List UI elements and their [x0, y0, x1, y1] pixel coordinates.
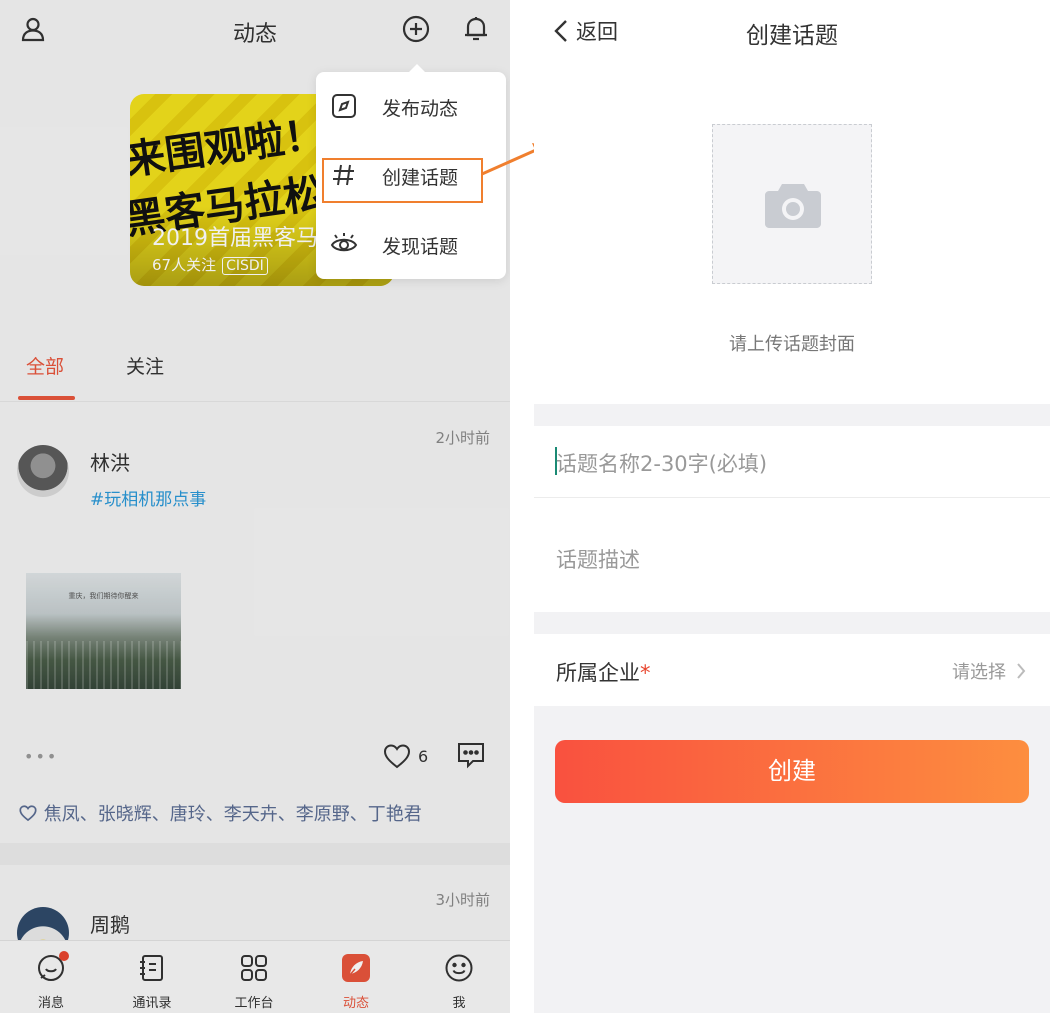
tab-all[interactable]: 全部	[26, 352, 64, 379]
topic-name-placeholder: 话题名称2-30字(必填)	[556, 452, 768, 476]
nav-feed[interactable]: 动态	[305, 941, 407, 1013]
popup-pointer	[408, 64, 426, 73]
photo-caption: 重庆，我们期待你醒来	[68, 592, 139, 600]
company-select[interactable]: 请选择	[952, 658, 1026, 684]
feed-post: 周鹅 3小时前	[0, 865, 510, 959]
comment-icon[interactable]	[456, 740, 486, 770]
likers-heart-icon	[19, 805, 37, 822]
likers-list[interactable]: 焦凤、张晓辉、唐玲、李天卉、李原野、丁艳君	[18, 800, 422, 826]
feed-header: 动态	[0, 0, 510, 62]
nav-contacts[interactable]: 通讯录	[101, 941, 203, 1013]
add-circle-icon[interactable]	[401, 14, 431, 44]
nav-label: 通讯录	[132, 996, 172, 1011]
cover-upload-box[interactable]	[712, 124, 872, 284]
company-label: 所属企业*	[556, 657, 651, 687]
nav-messages[interactable]: 消息	[0, 941, 102, 1013]
post-author[interactable]: 林洪	[90, 447, 130, 476]
feed-icon	[341, 953, 371, 983]
compass-icon	[330, 92, 358, 120]
topic-description-placeholder: 话题描述	[556, 548, 640, 572]
bell-icon[interactable]	[461, 14, 491, 44]
company-select-row[interactable]: 所属企业* 请选择	[534, 634, 1050, 706]
banner-subtitle: 67人关注 CISDI	[152, 254, 268, 275]
likers-names: 焦凤、张晓辉、唐玲、李天卉、李原野、丁艳君	[43, 804, 422, 825]
required-mark: *	[640, 661, 651, 685]
banner-followers: 67人关注	[152, 256, 217, 274]
me-icon	[444, 953, 474, 983]
company-label-text: 所属企业	[556, 661, 640, 685]
feed-tabs: 全部 关注	[0, 330, 510, 402]
nav-workbench[interactable]: 工作台	[203, 941, 305, 1013]
nav-label: 我	[452, 996, 466, 1011]
bottom-navigation: 消息 通讯录 工作台 动态 我	[0, 940, 510, 1013]
menu-publish-post[interactable]: 发布动态	[316, 76, 506, 136]
upload-hint: 请上传话题封面	[729, 334, 855, 355]
banner-tag: CISDI	[222, 257, 268, 275]
nav-me[interactable]: 我	[408, 941, 510, 1013]
workbench-icon	[239, 953, 269, 983]
feed-post: 林洪 #玩相机那点事 2小时前 重庆，我们期待你醒来 ••• 6 焦凤、张晓辉、…	[0, 403, 510, 843]
company-select-value: 请选择	[952, 662, 1006, 683]
nav-label: 动态	[342, 996, 369, 1011]
nav-label: 工作台	[234, 996, 274, 1011]
annotation-highlight-box	[322, 158, 483, 203]
unread-dot	[59, 951, 69, 961]
photo-city	[26, 641, 181, 689]
menu-label: 发布动态	[382, 98, 459, 120]
contacts-icon	[137, 953, 167, 983]
tab-following[interactable]: 关注	[126, 352, 164, 379]
avatar[interactable]	[17, 445, 69, 497]
nav-label: 消息	[37, 996, 64, 1011]
post-photo[interactable]: 重庆，我们期待你醒来	[26, 573, 181, 689]
topic-description-input[interactable]: 话题描述	[534, 498, 1050, 612]
post-time: 3小时前	[435, 891, 490, 909]
banner-title: 2019首届黑客马	[152, 226, 318, 251]
more-options-icon[interactable]: •••	[24, 747, 58, 766]
chevron-right-icon	[1017, 663, 1026, 679]
post-time: 2小时前	[435, 429, 490, 447]
post-separator	[0, 843, 510, 865]
active-tab-indicator	[18, 396, 75, 400]
post-author[interactable]: 周鹅	[90, 909, 130, 938]
page-title: 动态	[232, 22, 277, 47]
create-topic-screen: 返回 创建话题 请上传话题封面 话题名称2-30字(必填) 话题描述 所属企业*…	[534, 0, 1050, 1013]
create-topic-header: 返回 创建话题 请上传话题封面	[534, 0, 1050, 404]
like-count: 6	[418, 747, 429, 766]
post-topic-link[interactable]: #玩相机那点事	[90, 485, 206, 510]
page-title: 创建话题	[746, 23, 838, 49]
menu-discover-topics[interactable]: 发现话题	[316, 214, 506, 274]
heart-icon[interactable]	[382, 741, 412, 771]
camera-icon	[765, 184, 821, 228]
topic-name-input[interactable]: 话题名称2-30字(必填)	[534, 426, 1050, 498]
feed-screen: 动态 来围观啦！！ 黑客马拉松 2019首届黑客马 67人关注CISDI 全部 …	[0, 0, 510, 1013]
menu-label: 发现话题	[382, 236, 459, 258]
eye-icon	[330, 230, 358, 258]
create-button[interactable]: 创建	[555, 740, 1029, 803]
